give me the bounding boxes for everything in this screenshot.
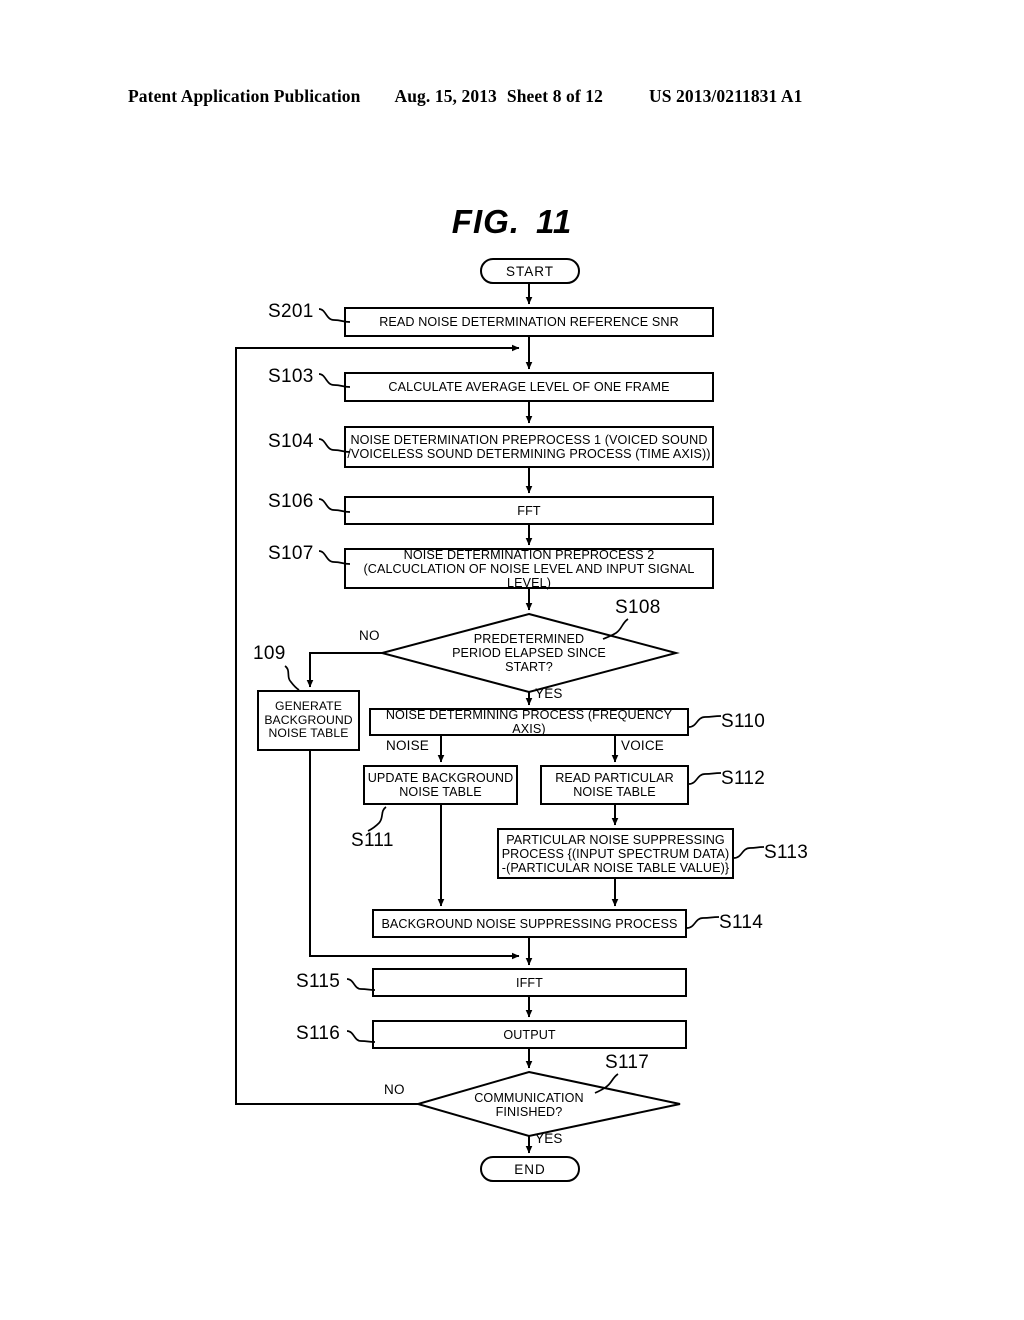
step-tag-s201: S201 bbox=[268, 301, 314, 322]
flowchart-canvas bbox=[235, 258, 734, 1182]
node-box-s111 bbox=[363, 765, 518, 805]
step-tag-s117: S117 bbox=[605, 1052, 650, 1073]
leader-s116 bbox=[346, 1030, 376, 1043]
step-tag-s110: S110 bbox=[721, 711, 766, 732]
leader-s110 bbox=[688, 715, 722, 728]
node-box-s201 bbox=[344, 307, 714, 337]
node-box-s103 bbox=[344, 372, 714, 402]
flowchart-diagram: START READ NOISE DETERMINATION REFERENCE… bbox=[0, 0, 1024, 1320]
edge-s108-no-to-109 bbox=[306, 652, 382, 688]
leader-s112 bbox=[688, 772, 722, 785]
leader-s113 bbox=[733, 846, 765, 859]
leader-s103 bbox=[318, 373, 351, 388]
node-box-s106 bbox=[344, 496, 714, 525]
step-tag-s104: S104 bbox=[268, 431, 314, 452]
step-tag-s103: S103 bbox=[268, 366, 314, 387]
step-tag-s113: S113 bbox=[764, 842, 809, 863]
node-diamond-s117 bbox=[414, 1070, 681, 1138]
node-box-s116 bbox=[372, 1020, 687, 1049]
node-box-s107 bbox=[344, 548, 714, 589]
leader-s117 bbox=[594, 1073, 619, 1094]
step-tag-109: 109 bbox=[253, 643, 286, 664]
edge-label-s110-noise: NOISE bbox=[386, 738, 430, 753]
node-diamond-s108 bbox=[378, 612, 680, 694]
leader-s111 bbox=[367, 806, 387, 832]
step-tag-s115: S115 bbox=[296, 971, 341, 992]
leader-109 bbox=[284, 665, 300, 691]
edge-label-s108-yes: YES bbox=[535, 686, 563, 701]
leader-s104 bbox=[318, 438, 351, 453]
leader-s106 bbox=[318, 498, 351, 513]
start-terminal bbox=[480, 258, 580, 284]
step-tag-s106: S106 bbox=[268, 491, 314, 512]
node-box-s110 bbox=[369, 708, 689, 736]
step-tag-s112: S112 bbox=[721, 768, 766, 789]
node-box-s112 bbox=[540, 765, 689, 805]
leader-s107 bbox=[318, 550, 351, 565]
node-box-s114 bbox=[372, 909, 687, 938]
leader-s201 bbox=[318, 308, 351, 323]
edge-label-s117-yes: YES bbox=[535, 1131, 563, 1146]
end-terminal bbox=[480, 1156, 580, 1182]
node-box-s113 bbox=[497, 828, 734, 879]
step-tag-s111: S111 bbox=[351, 830, 394, 851]
step-tag-s108: S108 bbox=[615, 597, 661, 618]
edge-label-s108-no: NO bbox=[359, 628, 380, 643]
step-tag-s114: S114 bbox=[719, 912, 764, 933]
node-box-s104 bbox=[344, 426, 714, 468]
leader-s115 bbox=[346, 978, 376, 991]
node-box-s115 bbox=[372, 968, 687, 997]
leader-s114 bbox=[686, 916, 720, 929]
node-box-109 bbox=[257, 690, 360, 751]
leader-s108 bbox=[602, 618, 629, 640]
edge-label-s117-no: NO bbox=[384, 1082, 405, 1097]
edge-label-s110-voice: VOICE bbox=[621, 738, 665, 753]
step-tag-s107: S107 bbox=[268, 543, 314, 564]
step-tag-s116: S116 bbox=[296, 1023, 341, 1044]
